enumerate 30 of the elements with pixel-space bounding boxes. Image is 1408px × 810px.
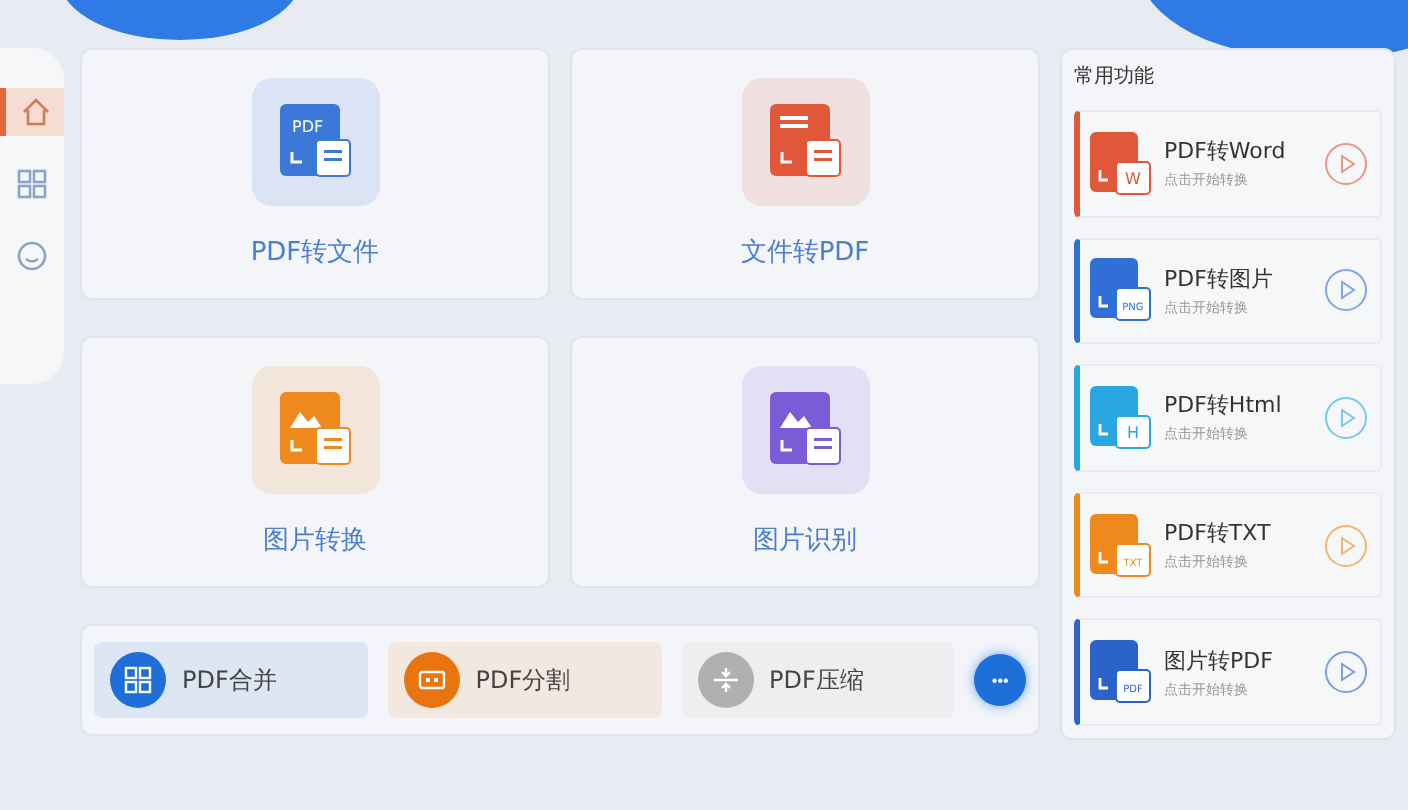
smiley-icon bbox=[16, 240, 48, 272]
shortcut-title: PDF转图片 bbox=[1164, 263, 1275, 294]
feature-card[interactable]: 文件转PDF bbox=[570, 48, 1040, 300]
feature-card[interactable]: 图片转换 bbox=[80, 336, 550, 588]
card-label: 图片识别 bbox=[753, 524, 857, 558]
play-icon[interactable] bbox=[1324, 395, 1368, 440]
play-icon[interactable] bbox=[1324, 141, 1368, 186]
merge-icon bbox=[124, 666, 152, 694]
shortcut-title: 图片转PDF bbox=[1164, 645, 1275, 676]
card-label: 文件转PDF bbox=[740, 236, 870, 270]
sidebar-item[interactable] bbox=[0, 88, 64, 136]
tool-button[interactable]: PDF压缩 bbox=[681, 642, 955, 718]
split-icon bbox=[417, 670, 446, 690]
grid-icon bbox=[16, 168, 48, 200]
tool-button[interactable]: PDF分割 bbox=[387, 642, 661, 718]
home-icon bbox=[19, 96, 51, 128]
compress-icon bbox=[711, 666, 739, 694]
shortcut-title: PDF转Word bbox=[1164, 136, 1288, 167]
play-icon[interactable] bbox=[1324, 268, 1368, 313]
card-label: 图片转换 bbox=[263, 524, 367, 558]
panel-title: 常用功能 bbox=[1074, 63, 1156, 90]
feature-card[interactable]: PDF PDF转文件 bbox=[80, 48, 550, 300]
more-button[interactable]: ••• bbox=[974, 654, 1026, 706]
card-label: PDF转文件 bbox=[250, 236, 380, 270]
play-icon[interactable] bbox=[1324, 523, 1368, 568]
feature-card[interactable]: 图片识别 bbox=[570, 336, 1040, 588]
tool-button[interactable]: PDF合并 bbox=[94, 642, 368, 718]
shortcut-title: PDF转TXT bbox=[1164, 518, 1273, 549]
shortcut-title: PDF转Html bbox=[1164, 390, 1284, 421]
play-icon[interactable] bbox=[1324, 650, 1368, 695]
